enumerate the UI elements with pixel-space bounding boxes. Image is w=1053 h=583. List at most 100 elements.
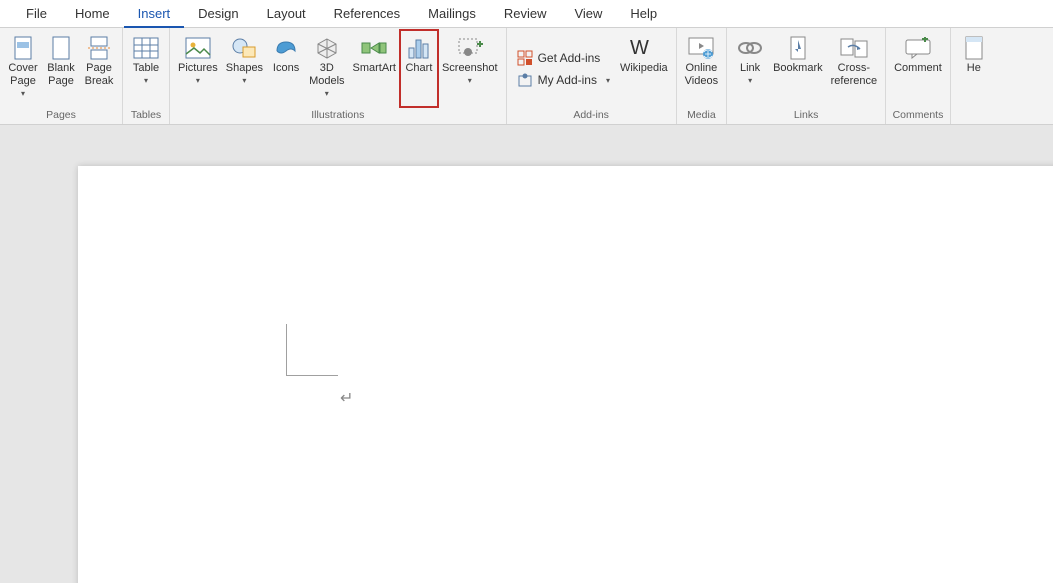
paragraph-end-mark: ↵ <box>340 388 353 408</box>
ribbon: Cover Page ▾ Blank Page Page Break Pages <box>0 28 1053 125</box>
chevron-down-icon: ▾ <box>606 76 610 85</box>
tab-mailings[interactable]: Mailings <box>414 0 490 28</box>
page-break-label: Page Break <box>85 62 114 88</box>
group-addins: Get Add-ins My Add-ins ▾ W Wikipedia Add… <box>507 28 677 124</box>
group-pages-label: Pages <box>4 107 118 124</box>
wikipedia-button[interactable]: W Wikipedia <box>616 30 672 107</box>
tab-home[interactable]: Home <box>61 0 124 28</box>
chevron-down-icon: ▾ <box>242 76 246 85</box>
group-addins-label: Add-ins <box>511 107 672 124</box>
document-page[interactable] <box>78 166 1053 583</box>
shapes-label: Shapes <box>226 62 263 75</box>
chevron-down-icon: ▾ <box>325 89 329 98</box>
screenshot-button[interactable]: Screenshot ▾ <box>438 30 502 107</box>
shapes-button[interactable]: Shapes ▾ <box>222 30 267 107</box>
cover-page-button[interactable]: Cover Page ▾ <box>4 30 42 107</box>
online-videos-icon <box>687 36 715 60</box>
page-break-icon <box>85 36 113 60</box>
smartart-label: SmartArt <box>353 62 396 75</box>
tab-insert[interactable]: Insert <box>124 0 185 28</box>
tab-bar: File Home Insert Design Layout Reference… <box>0 0 1053 28</box>
link-label: Link <box>740 62 760 75</box>
blank-page-label: Blank Page <box>47 62 75 88</box>
header-label: He <box>967 62 981 75</box>
table-label: Table <box>133 62 159 75</box>
group-tables: Table ▾ Tables <box>123 28 170 124</box>
cross-reference-label: Cross- reference <box>831 62 877 88</box>
chevron-down-icon: ▾ <box>196 76 200 85</box>
cross-reference-button[interactable]: Cross- reference <box>827 30 881 107</box>
chevron-down-icon: ▾ <box>144 76 148 85</box>
cover-page-label: Cover Page <box>8 62 37 88</box>
svg-text:W: W <box>630 38 649 58</box>
group-illustrations-label: Illustrations <box>174 107 502 124</box>
pictures-button[interactable]: Pictures ▾ <box>174 30 222 107</box>
table-button[interactable]: Table ▾ <box>127 30 165 107</box>
group-tables-label: Tables <box>127 107 165 124</box>
group-illustrations: Pictures ▾ Shapes ▾ Icons 3D Mo <box>170 28 507 124</box>
smartart-icon <box>360 36 388 60</box>
tab-layout[interactable]: Layout <box>253 0 320 28</box>
3d-models-icon <box>313 36 341 60</box>
document-area <box>0 126 1053 583</box>
bookmark-label: Bookmark <box>773 62 823 75</box>
cross-reference-icon <box>840 36 868 60</box>
my-addins-button[interactable]: My Add-ins ▾ <box>517 72 610 88</box>
chart-icon <box>405 36 433 60</box>
group-media: Online Videos Media <box>677 28 727 124</box>
comment-icon <box>904 36 932 60</box>
get-addins-label: Get Add-ins <box>538 51 601 65</box>
pictures-label: Pictures <box>178 62 218 75</box>
cover-page-icon <box>9 36 37 60</box>
3d-models-label: 3D Models <box>309 62 344 88</box>
online-videos-label: Online Videos <box>685 62 718 88</box>
tab-view[interactable]: View <box>560 0 616 28</box>
my-addins-icon <box>517 72 533 88</box>
header-icon <box>960 36 988 60</box>
tab-review[interactable]: Review <box>490 0 561 28</box>
3d-models-button[interactable]: 3D Models ▾ <box>305 30 348 107</box>
bookmark-icon <box>784 36 812 60</box>
link-button[interactable]: Link ▾ <box>731 30 769 107</box>
chart-label: Chart <box>405 62 432 75</box>
header-button[interactable]: He <box>955 30 993 107</box>
chevron-down-icon: ▾ <box>21 89 25 98</box>
tab-help[interactable]: Help <box>616 0 671 28</box>
bookmark-button[interactable]: Bookmark <box>769 30 827 107</box>
group-links: Link ▾ Bookmark Cross- reference Links <box>727 28 886 124</box>
group-comments: Comment Comments <box>886 28 951 124</box>
group-comments-label: Comments <box>890 107 946 124</box>
shapes-icon <box>230 36 258 60</box>
get-addins-button[interactable]: Get Add-ins <box>517 50 610 66</box>
page-break-button[interactable]: Page Break <box>80 30 118 107</box>
group-links-label: Links <box>731 107 881 124</box>
comment-label: Comment <box>894 62 942 75</box>
screenshot-icon <box>456 36 484 60</box>
icons-label: Icons <box>273 62 299 75</box>
wikipedia-label: Wikipedia <box>620 62 668 75</box>
my-addins-label: My Add-ins <box>538 73 597 87</box>
online-videos-button[interactable]: Online Videos <box>681 30 722 107</box>
wikipedia-icon: W <box>630 36 658 60</box>
tab-design[interactable]: Design <box>184 0 252 28</box>
comment-button[interactable]: Comment <box>890 30 946 107</box>
margin-corner-mark <box>286 324 338 376</box>
link-icon <box>736 36 764 60</box>
icons-button[interactable]: Icons <box>267 30 305 107</box>
tab-references[interactable]: References <box>320 0 414 28</box>
chevron-down-icon: ▾ <box>748 76 752 85</box>
tab-file[interactable]: File <box>12 0 61 28</box>
pictures-icon <box>184 36 212 60</box>
smartart-button[interactable]: SmartArt <box>349 30 400 107</box>
group-media-label: Media <box>681 107 722 124</box>
blank-page-button[interactable]: Blank Page <box>42 30 80 107</box>
icons-icon <box>272 36 300 60</box>
store-icon <box>517 50 533 66</box>
screenshot-label: Screenshot <box>442 62 498 75</box>
group-header-footer: He <box>951 28 997 124</box>
table-icon <box>132 36 160 60</box>
group-pages: Cover Page ▾ Blank Page Page Break Pages <box>0 28 123 124</box>
chevron-down-icon: ▾ <box>468 76 472 85</box>
blank-page-icon <box>47 36 75 60</box>
chart-button[interactable]: Chart <box>400 30 438 107</box>
